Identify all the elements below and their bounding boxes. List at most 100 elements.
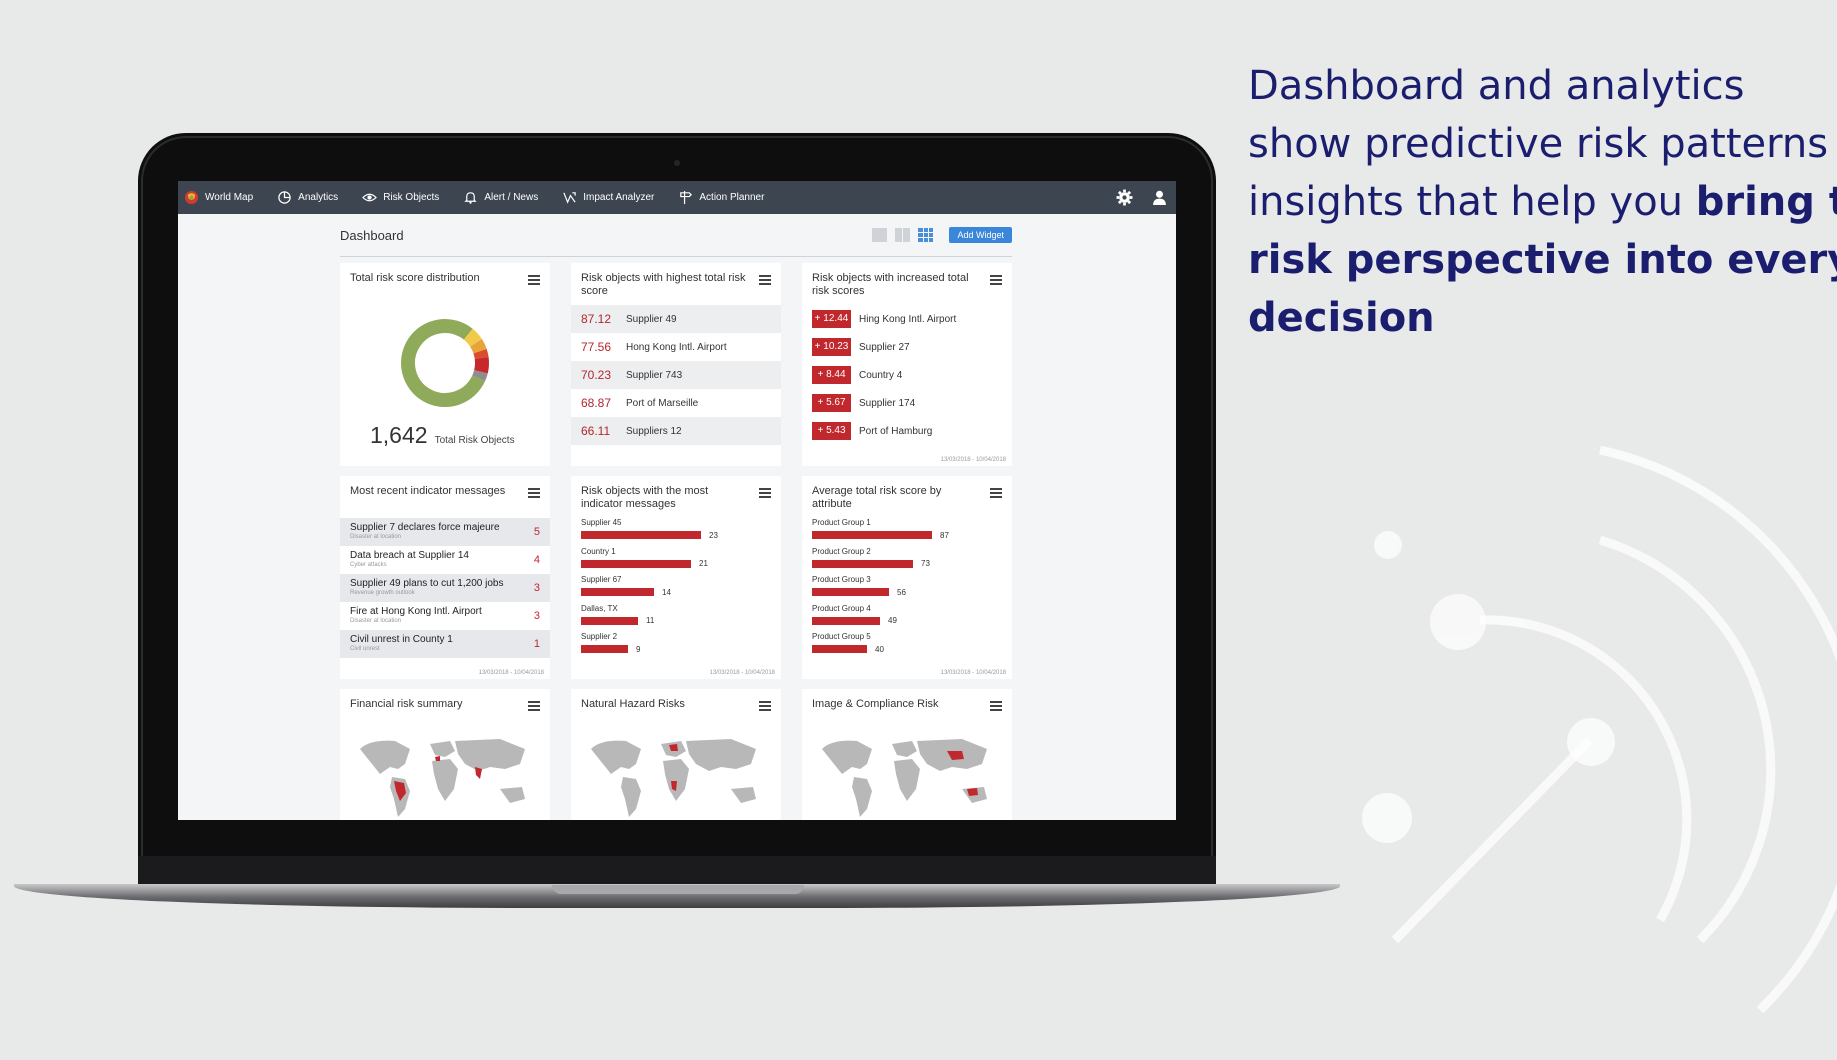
donut-segment[interactable] [473,348,489,360]
layout-switcher: Add Widget [872,227,1012,243]
layout-grid-icon[interactable] [918,228,934,242]
menu-icon[interactable] [528,275,540,285]
bar-item[interactable]: Product Group 5 40 [812,632,1002,661]
nav-action-planner[interactable]: Action Planner [678,190,764,205]
layout-two-column-icon[interactable] [895,228,911,242]
message-category: Civil unrest [350,646,380,652]
bar [812,588,889,596]
bar-label: Supplier 67 [581,575,622,584]
bar-label: Product Group 3 [812,575,871,584]
menu-icon[interactable] [990,488,1002,498]
bar [581,588,654,596]
user-icon[interactable] [1151,189,1168,206]
world-map[interactable] [350,729,540,819]
bar-label: Country 1 [581,546,616,556]
list-item[interactable]: 77.56 Hong Kong Intl. Airport [571,333,781,361]
impact-analyzer-icon [563,192,576,204]
risk-object-name: Hong Kong Intl. Airport [626,341,727,353]
message-count: 3 [533,610,540,622]
bar-item[interactable]: Supplier 45 23 [581,518,771,547]
bar-item[interactable]: Product Group 4 49 [812,604,1002,633]
risk-object-name: Supplier 27 [859,341,910,353]
increase-badge: + 5.67 [812,394,851,412]
list-item[interactable]: 68.87 Port of Marseille [571,389,781,417]
risk-score: 66.11 [581,424,611,438]
bar-item[interactable]: Supplier 67 14 [581,575,771,604]
headline-line-3: insights that help you bring the [1248,173,1837,231]
widget-title: Risk objects with highest total risk sco… [581,272,746,297]
message-text: Data breach at Supplier 14 [350,550,469,561]
message-text: Civil unrest in County 1 [350,634,453,645]
list-item[interactable]: Supplier 49 plans to cut 1,200 jobs Reven… [340,574,550,602]
message-category: Cyber attacks [350,562,387,568]
bar [812,559,913,568]
layout-one-column-icon[interactable] [872,228,888,242]
risk-object-name: Suppliers 12 [626,425,682,437]
list-item[interactable]: + 12.44 Hing Kong Intl. Airport [802,305,1012,333]
gear-icon[interactable] [1116,189,1133,206]
nav-world-map[interactable]: World Map [184,190,253,205]
world-map[interactable] [581,729,771,819]
bar-item[interactable]: Product Group 2 73 [812,547,1002,576]
world-map[interactable] [812,729,1002,819]
date-range: 13/03/2018 - 10/04/2018 [940,457,1006,463]
bar-item[interactable]: Product Group 1 87 [812,518,1002,547]
list-item[interactable]: 66.11 Suppliers 12 [571,417,781,445]
message-category: Disaster at location [350,534,402,540]
list-item[interactable]: + 8.44 Country 4 [802,361,1012,389]
list-item[interactable]: + 10.23 Supplier 27 [802,333,1012,361]
nav-impact-analyzer[interactable]: Impact Analyzer [562,190,654,205]
nav-risk-objects-label: Risk Objects [383,192,440,203]
eye-icon [362,193,378,202]
list-item[interactable]: Fire at Hong Kong Intl. Airport Disaster … [340,602,550,630]
bar-item[interactable]: Country 1 21 [581,547,771,576]
dashboard-title: Dashboard [340,227,404,243]
bar-item[interactable]: Supplier 2 9 [581,632,771,661]
message-category: Revenue growth outlook [350,590,415,596]
menu-icon[interactable] [759,275,771,285]
bar [812,645,867,653]
menu-icon[interactable] [528,701,540,711]
risk-score: 70.23 [581,368,612,382]
risk-object-name: Country 4 [859,369,903,381]
list-item[interactable]: Supplier 7 declares force majeure Disaste… [340,518,550,546]
bar-item[interactable]: Dallas, TX 11 [581,604,771,633]
message-count: 1 [533,638,540,650]
bar-item[interactable]: Product Group 3 56 [812,575,1002,604]
list-item[interactable]: + 5.43 Port of Hamburg [802,417,1012,445]
menu-icon[interactable] [759,488,771,498]
headline-line-5: decision [1248,289,1837,347]
nav-risk-objects[interactable]: Risk Objects [362,190,439,205]
message-count: 3 [533,582,540,594]
nav-analytics[interactable]: Analytics [277,190,338,205]
list-item[interactable]: + 5.67 Supplier 174 [802,389,1012,417]
list-item[interactable]: Civil unrest in County 1 Civil unrest 1 [340,630,550,658]
total-risk-objects: 1,642 Total Risk Objects [370,422,515,449]
nav-action-planner-label: Action Planner [699,192,765,203]
menu-icon[interactable] [990,275,1002,285]
menu-icon[interactable] [759,701,771,711]
widget-grid: Total risk score distribution 1,642 Tota… [340,263,1012,820]
bar-label: Supplier 2 [581,632,618,641]
bar [812,531,932,539]
bar-value: 40 [875,644,884,654]
menu-icon[interactable] [990,701,1002,711]
bar-value: 56 [897,587,906,597]
nav-alert-news[interactable]: Alert / News [463,190,538,205]
menu-icon[interactable] [528,488,540,498]
add-widget-button[interactable]: Add Widget [949,227,1012,243]
message-text: Fire at Hong Kong Intl. Airport [350,606,482,617]
donut-segment[interactable] [472,369,488,382]
widget-title: Total risk score distribution [350,272,480,284]
bar-value: 11 [646,616,655,625]
date-range: 13/03/2018 - 10/04/2018 [709,670,775,676]
bar [581,645,628,653]
donut-segment[interactable] [463,328,482,347]
list-item[interactable]: Data breach at Supplier 14 Cyber attacks 4 [340,546,550,574]
donut-segment[interactable] [470,339,487,354]
signpost-icon [680,190,693,205]
list-item[interactable]: 70.23 Supplier 743 [571,361,781,389]
date-range: 13/03/2018 - 10/04/2018 [940,670,1006,676]
list-item[interactable]: 87.12 Supplier 49 [571,305,781,333]
donut-segment[interactable] [474,357,489,374]
